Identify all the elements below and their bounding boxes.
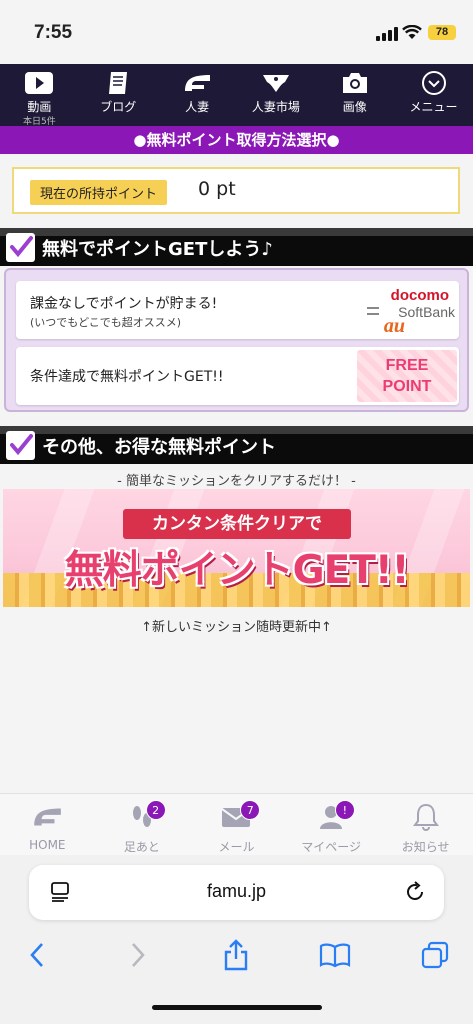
update-note: ↑新しいミッション随時更新中↑ — [141, 620, 332, 635]
points-value: 0 pt — [198, 178, 236, 200]
camera-icon — [340, 70, 370, 96]
tab-label-footprints: 足あと — [123, 840, 160, 854]
softbank-mark-icon — [367, 307, 379, 319]
book-icon — [103, 70, 133, 96]
cellular-signal-icon — [376, 27, 398, 41]
banner-ribbon: カンタン条件クリアで — [123, 509, 351, 539]
url-text: famu.jp — [206, 881, 267, 901]
offer-carrier-subtitle: (いつでもどこでも超オススメ) — [30, 316, 182, 329]
mission-subtitle: - 簡単なミッションをクリアするだけ！ - — [117, 474, 356, 489]
home-logo-icon — [30, 802, 64, 832]
nav-label-images: 画像 — [342, 100, 367, 114]
nav-label-wife: 人妻 — [185, 100, 210, 114]
bookmarks-icon[interactable] — [319, 939, 351, 971]
wifi-icon — [402, 25, 422, 39]
tab-footprints[interactable]: 2 足あと — [95, 794, 190, 855]
browser-toolbar — [0, 935, 473, 975]
mypage-badge: ! — [334, 800, 355, 820]
tab-home[interactable]: HOME — [0, 794, 95, 855]
offer-panel: 課金なしでポイントが貯まる! (いつでもどこでも超オススメ) docomo So… — [4, 268, 469, 412]
top-nav: 動画 本日5件 ブログ 人妻 人妻市場 画像 メニュー — [0, 64, 473, 127]
free-badge-line1: FREE — [385, 357, 429, 374]
battery-indicator: 78 — [428, 25, 456, 40]
tab-notifications[interactable]: お知らせ — [378, 794, 473, 855]
checkmark-icon — [6, 431, 35, 460]
chevron-circle-icon — [419, 70, 449, 96]
address-bar[interactable]: famu.jp — [29, 865, 444, 920]
forward-icon[interactable] — [122, 939, 154, 971]
back-icon[interactable] — [21, 939, 53, 971]
nav-item-blog[interactable]: ブログ — [79, 64, 158, 126]
section-title-free: 無料でポイントGETしよう♪ — [42, 239, 273, 260]
offer-free-point[interactable]: 条件達成で無料ポイントGET!! FREE POINT — [16, 347, 459, 405]
browser-chrome: famu.jp — [0, 855, 473, 1024]
reload-icon[interactable] — [404, 881, 426, 903]
tabs-icon[interactable] — [419, 939, 451, 971]
nav-label-menu: メニュー — [409, 100, 458, 114]
section-header-free: 無料でポイントGETしよう♪ — [0, 228, 473, 266]
checkmark-icon — [6, 233, 35, 262]
nav-item-wife[interactable]: 人妻 — [158, 64, 237, 126]
free-point-badge: FREE POINT — [357, 350, 457, 402]
status-bar: 7:55 78 — [0, 0, 473, 64]
tab-mail[interactable]: 7 メール — [189, 794, 284, 855]
play-icon — [24, 70, 54, 96]
nav-item-market[interactable]: 人妻市場 — [236, 64, 315, 126]
tab-label-mail: メール — [218, 840, 255, 854]
mission-banner[interactable]: カンタン条件クリアで 無料ポイントGET!! — [3, 489, 470, 607]
mail-badge: 7 — [240, 800, 261, 820]
offer-carrier[interactable]: 課金なしでポイントが貯まる! (いつでもどこでも超オススメ) docomo So… — [16, 281, 459, 339]
tab-mypage[interactable]: ! マイページ — [284, 794, 379, 855]
tab-label-notifications: お知らせ — [401, 840, 450, 854]
points-label: 現在の所持ポイント — [30, 180, 168, 205]
docomo-logo: docomo — [390, 287, 449, 304]
au-logo: au — [383, 315, 405, 337]
home-indicator[interactable] — [152, 1005, 322, 1010]
footprints-badge: 2 — [145, 800, 166, 820]
offer-free-point-title: 条件達成で無料ポイントGET!! — [30, 369, 224, 385]
banner-headline: 無料ポイントGET!! — [64, 548, 410, 593]
status-time: 7:55 — [34, 22, 73, 43]
battery-level: 78 — [435, 26, 449, 38]
tab-label-mypage: マイページ — [301, 840, 361, 854]
page-title: ●無料ポイント取得方法選択● — [0, 126, 473, 154]
bottom-tab-bar: HOME 2 足あと 7 メール ! マイページ お知らせ — [0, 793, 473, 855]
nav-label-blog: ブログ — [100, 100, 137, 114]
offer-carrier-title: 課金なしでポイントが貯まる! — [30, 296, 218, 312]
lingerie-icon — [261, 70, 291, 96]
tab-label-home: HOME — [29, 838, 66, 852]
nav-item-images[interactable]: 画像 — [315, 64, 394, 126]
nav-item-menu[interactable]: メニュー — [394, 64, 473, 126]
share-icon[interactable] — [220, 939, 252, 971]
section-header-other: その他、お得な無料ポイント — [0, 426, 473, 464]
carrier-logos: docomo SoftBank au — [365, 283, 457, 337]
nav-label-video: 動画 — [27, 100, 52, 114]
section-title-other: その他、お得な無料ポイント — [42, 437, 276, 458]
free-badge-line2: POINT — [382, 378, 432, 395]
points-box: 現在の所持ポイント 0 pt — [12, 167, 460, 214]
bell-icon — [409, 802, 443, 832]
nav-label-market: 人妻市場 — [251, 100, 300, 114]
nav-item-video[interactable]: 動画 本日5件 — [0, 64, 79, 127]
softbank-logo: SoftBank — [398, 304, 455, 320]
logo-icon — [182, 70, 212, 96]
